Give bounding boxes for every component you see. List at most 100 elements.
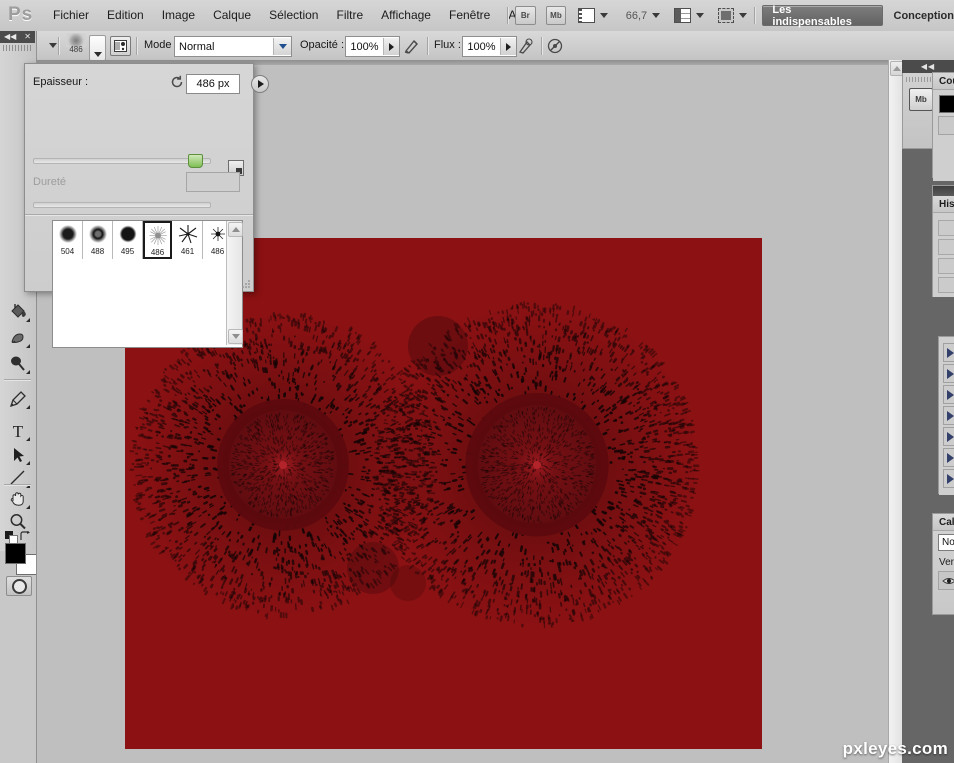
layer-visibility-toggle[interactable] xyxy=(938,571,954,590)
bridge-button[interactable]: Br xyxy=(514,6,536,25)
airbrush-toggle[interactable] xyxy=(517,37,535,55)
flow-label: Flux : xyxy=(434,39,461,51)
zoom-chevron-down-icon[interactable] xyxy=(652,13,661,18)
swap-colors-icon[interactable] xyxy=(20,531,32,542)
action-row[interactable] xyxy=(943,343,954,362)
brush-grid-scroll-down-icon[interactable] xyxy=(228,329,243,344)
hardness-input[interactable] xyxy=(186,172,240,192)
screen-mode-icon[interactable] xyxy=(717,8,735,23)
hardness-slider[interactable] xyxy=(33,199,211,208)
menu-affichage[interactable]: Affichage xyxy=(372,0,440,31)
mini-bridge-panel-icon[interactable]: Mb xyxy=(909,88,933,111)
thickness-label: Epaisseur : xyxy=(33,76,89,88)
history-state-row[interactable] xyxy=(938,277,954,293)
reset-thickness-button[interactable] xyxy=(170,75,184,89)
brush-preset-label: 504 xyxy=(60,247,75,256)
dock-drag-dots-icon xyxy=(906,77,933,82)
brush-preset-picker-popup: Epaisseur : 486 px Dureté 504 488 495 48… xyxy=(24,63,269,348)
brush-grid-scrollbar[interactable] xyxy=(226,221,243,345)
layer-lock-label: Ver xyxy=(939,557,954,568)
mode-label: Mode : xyxy=(144,39,178,51)
layer-blend-mode-select[interactable]: Nor xyxy=(938,534,954,551)
brush-preset-4[interactable]: 461 xyxy=(173,221,203,259)
view-extras-chevron-down-icon[interactable] xyxy=(599,13,608,18)
menu-calque[interactable]: Calque xyxy=(204,0,260,31)
tool-dodge[interactable] xyxy=(4,325,32,350)
menu-selection[interactable]: Sélection xyxy=(260,0,327,31)
menu-filtre[interactable]: Filtre xyxy=(327,0,372,31)
brush-panel-resize-grip[interactable] xyxy=(242,280,251,289)
eye-icon xyxy=(942,577,954,584)
menu-fichier[interactable]: Fichier xyxy=(44,0,98,31)
toolbox-collapse-header[interactable]: ◀◀ ✕ xyxy=(0,31,35,43)
brush-grid-scroll-up-icon[interactable] xyxy=(228,222,243,237)
action-row[interactable] xyxy=(943,364,954,383)
brush-preset-label: 486 xyxy=(210,247,225,256)
tool-hand[interactable] xyxy=(4,486,32,511)
history-state-row[interactable] xyxy=(938,258,954,274)
toggle-brush-panel-button[interactable] xyxy=(110,36,131,56)
history-tab-bar[interactable] xyxy=(933,186,954,196)
thickness-input[interactable]: 486 px xyxy=(186,74,240,94)
foreground-color-swatch[interactable] xyxy=(5,543,26,564)
brush-picker-dropdown[interactable] xyxy=(89,35,106,61)
slider-knob[interactable] xyxy=(188,154,203,168)
history-state-row[interactable] xyxy=(938,239,954,255)
arrange-chevron-down-icon[interactable] xyxy=(695,13,704,18)
opacity-field[interactable]: 100% xyxy=(345,36,400,57)
action-row[interactable] xyxy=(943,448,954,467)
default-colors-icon[interactable] xyxy=(5,531,18,544)
slider-track xyxy=(33,158,211,164)
workspace-essentials-button[interactable]: Les indispensables xyxy=(762,4,883,28)
menu-image[interactable]: Image xyxy=(153,0,204,31)
options-separator-3 xyxy=(427,37,428,55)
brush-preset-1[interactable]: 488 xyxy=(83,221,113,259)
toolbox-close-icon[interactable]: ✕ xyxy=(24,33,31,41)
menubar-separator-1 xyxy=(507,7,508,24)
blend-mode-chevron-down-icon[interactable] xyxy=(273,38,291,55)
screen-mode-chevron-down-icon[interactable] xyxy=(739,13,748,18)
tool-type[interactable]: T xyxy=(4,418,32,443)
thickness-slider[interactable] xyxy=(33,154,211,168)
tool-pen[interactable] xyxy=(4,386,32,411)
ring-round-brush-icon xyxy=(88,225,107,243)
tool-paint-bucket[interactable] xyxy=(4,299,32,324)
brush-size-value: 486 xyxy=(69,45,83,54)
channel-row[interactable] xyxy=(938,116,954,135)
workspace-design-button[interactable]: Conception xyxy=(894,10,954,22)
tool-path-selection[interactable] xyxy=(4,442,32,467)
toolbox-collapse-icon[interactable]: ◀◀ xyxy=(4,33,16,41)
mini-bridge-button[interactable]: Mb xyxy=(545,6,567,25)
opacity-value: 100% xyxy=(350,40,379,53)
tool-preset-chevron-down-icon[interactable] xyxy=(49,43,57,48)
menu-edition[interactable]: Edition xyxy=(98,0,153,31)
blend-mode-select[interactable]: Normal xyxy=(174,36,292,57)
brush-preset-preview[interactable]: 486 xyxy=(63,33,89,59)
action-row[interactable] xyxy=(943,385,954,404)
action-row[interactable] xyxy=(943,469,954,488)
opacity-pressure-toggle[interactable] xyxy=(403,37,421,55)
brush-panel-menu-button[interactable] xyxy=(251,75,269,93)
brush-preset-label: 488 xyxy=(90,247,105,256)
opacity-stepper-arrow-icon[interactable] xyxy=(383,38,399,55)
history-state-row[interactable] xyxy=(938,220,954,236)
tablet-pressure-size-toggle[interactable] xyxy=(546,37,564,55)
brush-preset-3-selected[interactable]: 486 xyxy=(143,221,172,259)
tool-expand-triangle-icon xyxy=(22,344,30,348)
flow-stepper-arrow-icon[interactable] xyxy=(500,38,516,55)
brush-preset-2[interactable]: 495 xyxy=(113,221,143,259)
menu-fenetre[interactable]: Fenêtre xyxy=(440,0,499,31)
view-extras-icon[interactable] xyxy=(578,8,595,23)
color-swatches[interactable] xyxy=(5,543,37,575)
action-row[interactable] xyxy=(943,406,954,425)
flow-field[interactable]: 100% xyxy=(462,36,517,57)
quick-mask-toggle[interactable] xyxy=(6,576,32,596)
brush-preset-0[interactable]: 504 xyxy=(53,221,83,259)
channel-thumbnail[interactable] xyxy=(939,95,954,113)
action-row[interactable] xyxy=(943,427,954,446)
arrange-documents-icon[interactable] xyxy=(674,8,691,23)
canvas-vertical-scrollbar[interactable] xyxy=(888,60,904,763)
menu-bar: Ps Fichier Edition Image Calque Sélectio… xyxy=(0,0,954,32)
play-arrow-icon xyxy=(947,347,954,358)
tool-blur[interactable] xyxy=(4,351,32,376)
